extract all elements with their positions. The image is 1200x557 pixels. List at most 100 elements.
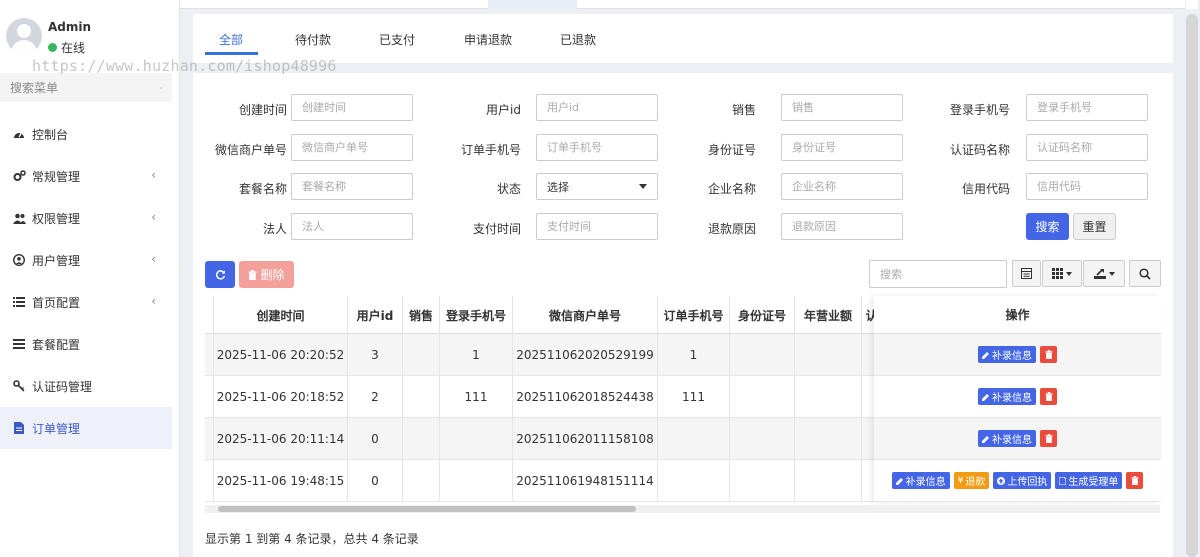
- upload-receipt-button[interactable]: 上传回执: [993, 472, 1052, 489]
- sidebar-item-2[interactable]: 权限管理 ‹: [0, 197, 172, 239]
- cogs-icon: [12, 169, 26, 183]
- tab-pending-payment[interactable]: 待付款: [295, 31, 331, 48]
- filter-input[interactable]: [536, 134, 658, 161]
- filter-input[interactable]: [1026, 134, 1148, 161]
- tab-all[interactable]: 全部: [219, 31, 243, 48]
- filter-label: 套餐名称: [238, 182, 287, 196]
- sidebar-item-0[interactable]: 控制台: [0, 113, 172, 155]
- sidebar-item-1[interactable]: 常规管理 ‹: [0, 155, 172, 197]
- trash-icon: [1044, 350, 1053, 359]
- list-icon: [12, 295, 26, 309]
- filter-input[interactable]: [291, 213, 413, 240]
- edit-icon: [982, 393, 990, 401]
- table-search-input[interactable]: [869, 260, 1007, 288]
- sidebar-item-4[interactable]: 首页配置 ‹: [0, 281, 172, 323]
- table-cell: 3: [347, 334, 402, 376]
- user-name: Admin: [48, 20, 92, 34]
- horizontal-scrollbar-thumb[interactable]: [218, 506, 636, 512]
- filter-input[interactable]: [291, 134, 413, 161]
- sidebar-item-label: 订单管理: [32, 421, 81, 436]
- tab-refunded[interactable]: 已退款: [560, 31, 596, 48]
- watermark: https://www.huzhan.com/ishop48996: [32, 57, 337, 75]
- table-cell: [657, 460, 729, 502]
- supplement-info-button[interactable]: 补录信息: [978, 430, 1036, 447]
- vertical-scrollbar[interactable]: [1186, 14, 1198, 557]
- filter-input[interactable]: [1026, 94, 1148, 121]
- search-button[interactable]: 搜索: [1026, 213, 1069, 240]
- filter-input[interactable]: [291, 173, 413, 200]
- actions-cell: 补录信息: [874, 418, 1161, 460]
- filter-input[interactable]: [781, 94, 903, 121]
- filter-input[interactable]: [781, 173, 903, 200]
- supplement-info-button[interactable]: 补录信息: [891, 472, 950, 489]
- filter-input[interactable]: [536, 94, 658, 121]
- filter-label: 认证码名称: [949, 143, 1010, 157]
- action-label: 补录信息: [992, 435, 1032, 446]
- table-cell: 0: [347, 460, 402, 502]
- column-header[interactable]: 微信商户单号: [512, 296, 657, 334]
- search-icon[interactable]: [160, 82, 162, 94]
- sidebar-item-label: 控制台: [32, 127, 69, 142]
- sidebar-search: [0, 73, 172, 102]
- delete-button[interactable]: 删除: [239, 261, 294, 288]
- yen-icon: ¥: [957, 475, 964, 486]
- sidebar-item-5[interactable]: 套餐配置: [0, 323, 172, 365]
- column-header[interactable]: 订单手机号: [657, 296, 729, 334]
- upload-icon: [997, 476, 1006, 485]
- table-cell: [402, 418, 439, 460]
- generate-acceptance-button[interactable]: 生成受理单: [1055, 472, 1123, 489]
- column-header[interactable]: 身份证号: [729, 296, 794, 334]
- tab-paid[interactable]: 已支付: [379, 31, 415, 48]
- key-icon: [12, 379, 26, 393]
- row-delete-button[interactable]: [1040, 388, 1057, 405]
- chevron-left-icon: ‹: [151, 294, 156, 308]
- column-header[interactable]: 登录手机号: [439, 296, 512, 334]
- filter-label: 订单手机号: [460, 143, 521, 157]
- columns-dropdown-button[interactable]: [1042, 260, 1082, 287]
- filter-label: 支付时间: [472, 222, 521, 236]
- status-select[interactable]: 选择: [536, 173, 658, 200]
- table-cell: [794, 376, 861, 418]
- advanced-search-button[interactable]: [1129, 260, 1161, 287]
- action-label: 生成受理单: [1068, 477, 1119, 488]
- column-header[interactable]: 创建时间: [213, 296, 347, 334]
- table-cell: [402, 376, 439, 418]
- sidebar-search-input[interactable]: [10, 80, 160, 95]
- filter-input[interactable]: [536, 213, 658, 240]
- toggle-view-button[interactable]: [1012, 260, 1041, 287]
- column-header[interactable]: 年营业额: [794, 296, 861, 334]
- row-delete-button[interactable]: [1040, 346, 1057, 363]
- reset-button[interactable]: 重置: [1073, 213, 1116, 240]
- filter-input[interactable]: [291, 94, 413, 121]
- table-cell: 111: [439, 376, 512, 418]
- table-cell: [439, 418, 512, 460]
- column-header[interactable]: 销售: [402, 296, 439, 334]
- refund-button[interactable]: ¥ 退款: [953, 472, 990, 489]
- supplement-info-button[interactable]: 补录信息: [978, 346, 1036, 363]
- sidebar-item-6[interactable]: 认证码管理: [0, 365, 172, 407]
- top-nav-active-tab[interactable]: [488, 0, 577, 9]
- sidebar-item-7[interactable]: 订单管理: [0, 407, 172, 449]
- filter-label: 微信商户单号: [214, 143, 287, 157]
- sidebar-item-3[interactable]: 用户管理 ‹: [0, 239, 172, 281]
- avatar: [6, 18, 42, 54]
- filter-input[interactable]: [781, 134, 903, 161]
- tab-refund-requested[interactable]: 申请退款: [464, 31, 512, 48]
- refresh-icon: [215, 270, 225, 280]
- export-dropdown-button[interactable]: [1083, 260, 1125, 287]
- search-icon: [1139, 267, 1151, 280]
- refresh-button[interactable]: [205, 261, 235, 288]
- column-header[interactable]: 用户id: [347, 296, 402, 334]
- table-cell: 0: [347, 418, 402, 460]
- actions-cell: 补录信息 ¥ 退款 上传回执 生成受理单: [874, 460, 1161, 502]
- sidebar-item-label: 套餐配置: [32, 337, 81, 352]
- row-delete-button[interactable]: [1040, 430, 1057, 447]
- actions-column-header: 操作: [874, 296, 1161, 334]
- filter-input[interactable]: [781, 213, 903, 240]
- table-cell: 2: [347, 376, 402, 418]
- supplement-info-button[interactable]: 补录信息: [978, 388, 1036, 405]
- table-cell: 2025-11-06 20:20:52: [213, 334, 347, 376]
- row-delete-button[interactable]: [1126, 472, 1144, 489]
- filter-input[interactable]: [1026, 173, 1148, 200]
- chevron-left-icon: ‹: [151, 252, 156, 266]
